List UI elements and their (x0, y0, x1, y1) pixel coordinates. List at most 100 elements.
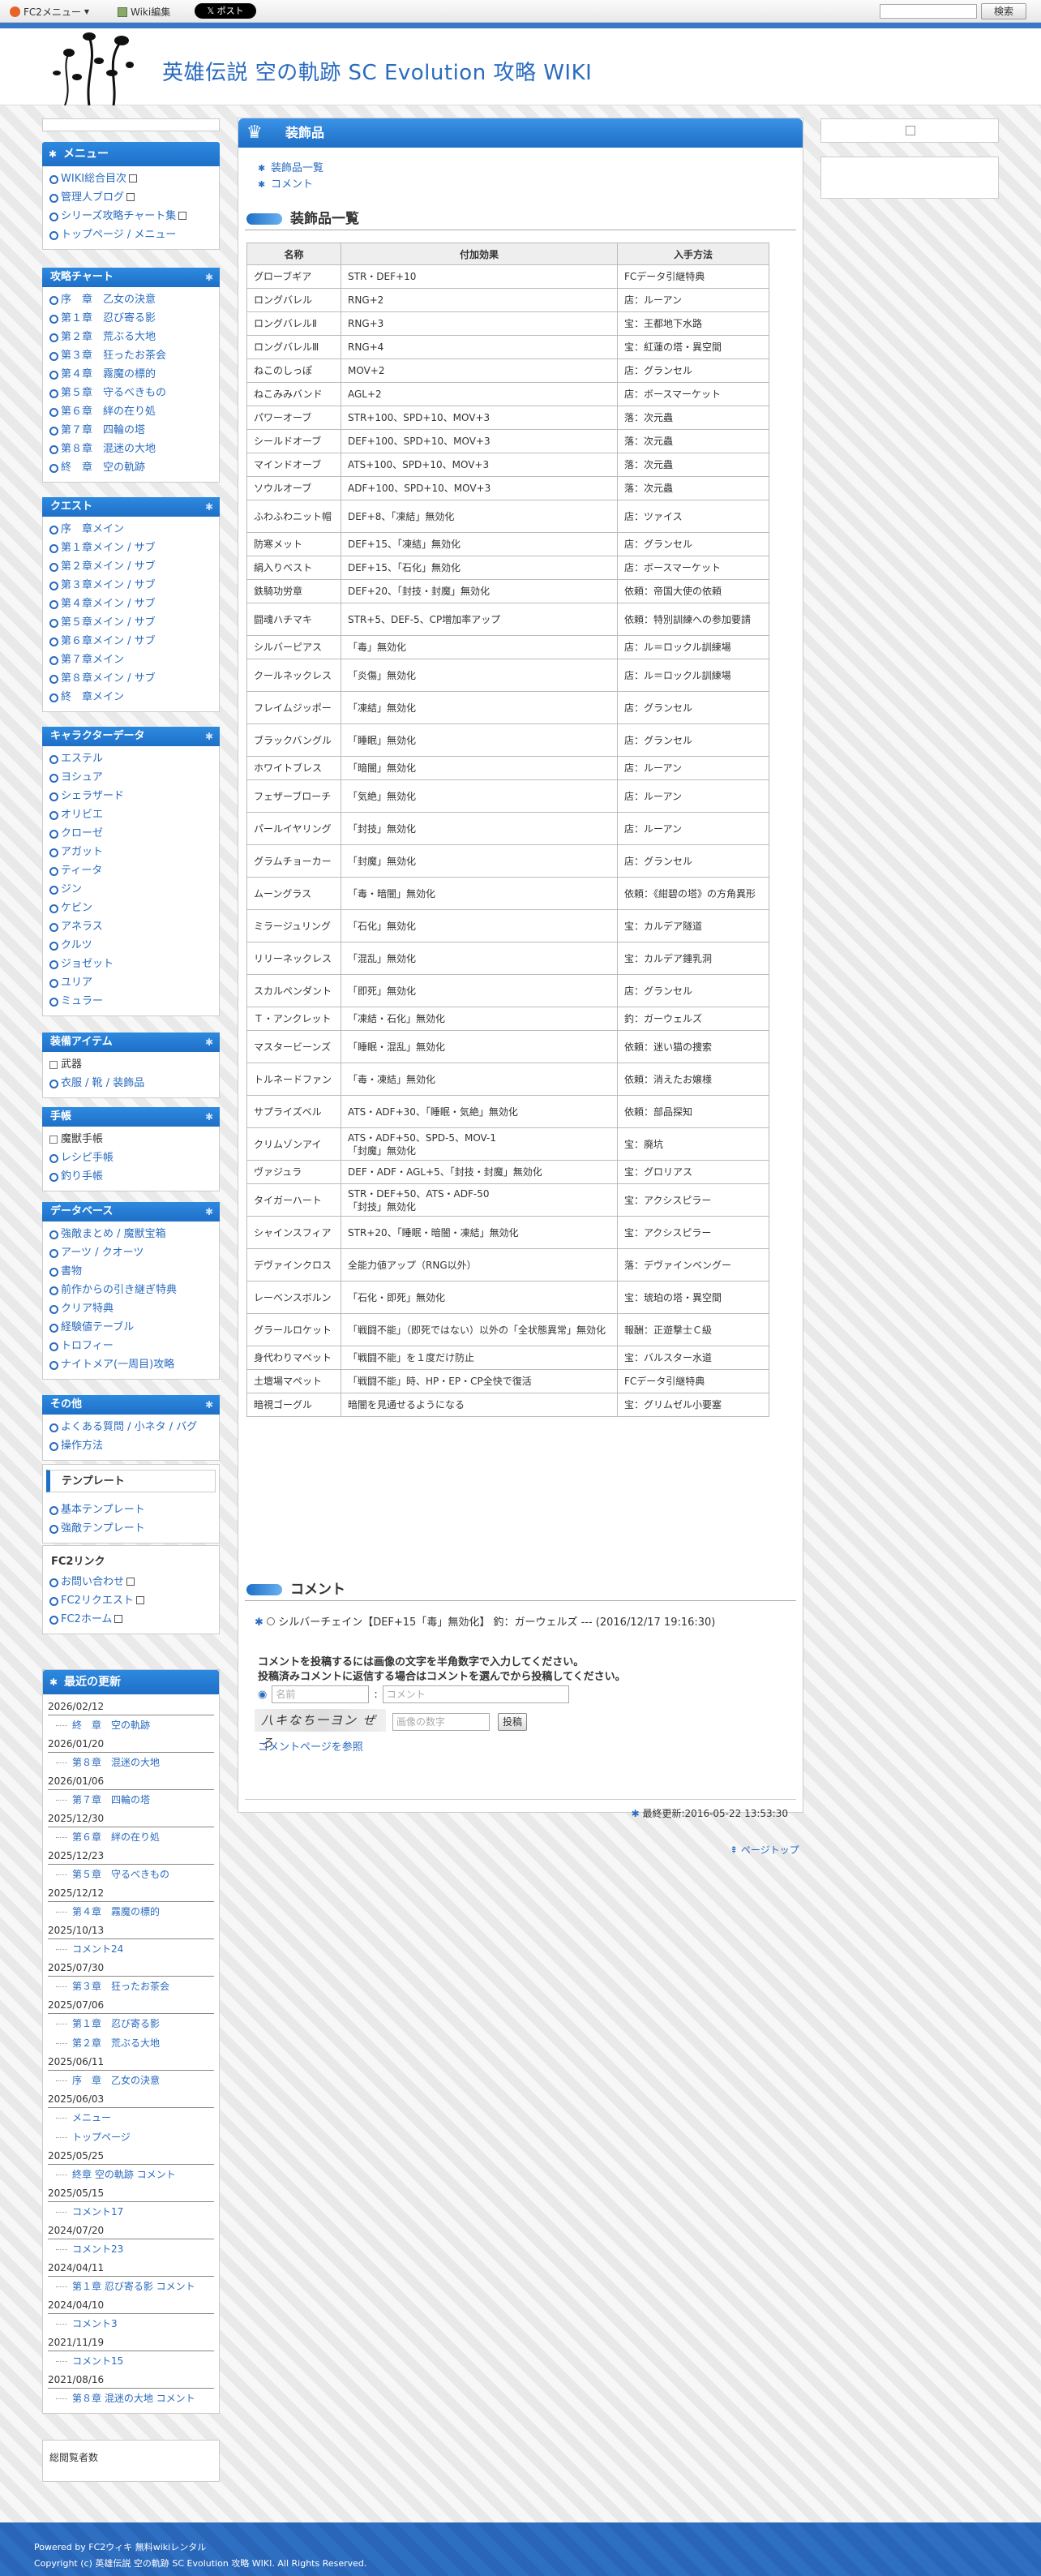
new-comment-radio[interactable]: ◉ (258, 1689, 267, 1701)
sidebar-link[interactable]: 第４章 霧魔の標的 (49, 365, 219, 384)
notebook-item[interactable]: 釣り手帳 (49, 1167, 219, 1186)
sidebar-link[interactable]: アーツ / クオーツ (49, 1243, 219, 1262)
sidebar-link[interactable]: 序 章 乙女の決意 (49, 290, 219, 309)
sidebar-link[interactable]: 第６章メイン / サブ (49, 632, 219, 650)
sidebar-link[interactable]: 第７章メイン (49, 650, 219, 669)
sidebar-link[interactable]: トロフィー (49, 1337, 219, 1355)
sidebar-link[interactable]: よくある質問 / 小ネタ / バグ (49, 1418, 219, 1436)
fc2link-item[interactable]: お問い合わせ (49, 1573, 219, 1591)
update-entry[interactable]: コメント24 (48, 1939, 214, 1959)
update-entry[interactable]: メニュー (48, 2108, 214, 2127)
sidebar-link[interactable]: ジン (49, 880, 219, 899)
comment-input[interactable]: コメント (382, 1685, 569, 1703)
sidebar-link[interactable]: クローゼ (49, 824, 219, 843)
sidebar-link[interactable]: 終 章 空の軌跡 (49, 458, 219, 477)
update-entry[interactable]: 第８章 混迷の大地 (48, 1753, 214, 1772)
update-entry[interactable]: コメント23 (48, 2239, 214, 2259)
sidebar-link[interactable]: クリア特典 (49, 1299, 219, 1318)
comment-item[interactable]: ✱ シルバーチェイン【DEF+15「毒」無効化】 釣：ガーウェルズ --- (2… (255, 1615, 715, 1631)
update-entry[interactable]: 第７章 四輪の塔 (48, 1790, 214, 1810)
update-entry[interactable]: 第５章 守るべきもの (48, 1865, 214, 1884)
item-name-cell: グラムチョーカー (246, 844, 341, 878)
sidebar-link[interactable]: シェラザード (49, 787, 219, 805)
fc2link-item[interactable]: FC2リクエスト (49, 1591, 219, 1610)
update-entry[interactable]: コメント3 (48, 2314, 214, 2333)
page-top-link[interactable]: ⇞ ページトップ (730, 1843, 799, 1857)
sidebar-link[interactable]: 書物 (49, 1262, 219, 1281)
sidebar-link[interactable]: 第５章 守るべきもの (49, 384, 219, 402)
wiki-edit-link[interactable]: Wiki編集 (118, 5, 170, 19)
equip-armor-item[interactable]: 衣服 / 靴 / 装飾品 (49, 1074, 219, 1093)
menu-item[interactable]: WIKI総合目次 (49, 170, 219, 188)
name-input[interactable]: 名前 (272, 1685, 370, 1703)
toc-item[interactable]: 装飾品一覧 (258, 161, 323, 177)
dropdown-icon: ▼ (84, 8, 90, 15)
update-entry[interactable]: トップページ (48, 2127, 214, 2147)
sidebar-link[interactable]: 第８章 混迷の大地 (49, 440, 219, 458)
update-entry[interactable]: 第３章 狂ったお茶会 (48, 1977, 214, 1996)
sidebar-link[interactable]: ジョゼット (49, 955, 219, 973)
sidebar-link[interactable]: 第２章メイン / サブ (49, 557, 219, 576)
menu-item[interactable]: 管理人ブログ (49, 188, 219, 207)
sidebar-link[interactable]: ティータ (49, 861, 219, 880)
equip-weapon-item[interactable]: 武器 (49, 1055, 219, 1074)
equip-heading: 装備アイテム (42, 1033, 220, 1052)
item-effect-cell: 「毒」無効化 (341, 635, 618, 659)
fc2-menu[interactable]: FC2メニュー ▼ (10, 5, 89, 19)
comment-radio[interactable] (267, 1617, 276, 1625)
update-entry[interactable]: 第８章 混迷の大地 コメント (48, 2389, 214, 2408)
sidebar-link[interactable]: ミュラー (49, 992, 219, 1011)
update-entry[interactable]: 第６章 絆の在り処 (48, 1827, 214, 1847)
notebook-item[interactable]: レシピ手帳 (49, 1148, 219, 1167)
sidebar-link[interactable]: アネラス (49, 917, 219, 936)
sidebar-link[interactable]: 経験値テーブル (49, 1318, 219, 1337)
search-input[interactable] (880, 4, 977, 19)
sidebar-link[interactable]: ヨシュア (49, 768, 219, 787)
sidebar-link[interactable]: 前作からの引き継ぎ特典 (49, 1281, 219, 1299)
menu-item[interactable]: トップページ / メニュー (49, 225, 219, 244)
captcha-input[interactable]: 画像の数字 (392, 1713, 490, 1731)
sidebar-link[interactable]: 終 章メイン (49, 688, 219, 706)
notebook-item[interactable]: 魔獣手帳 (49, 1130, 219, 1148)
sidebar-link[interactable]: 序 章メイン (49, 520, 219, 539)
sidebar-link[interactable]: 第５章メイン / サブ (49, 613, 219, 632)
notebook-list: 魔獣手帳 レシピ手帳 釣り手帳 (42, 1127, 220, 1191)
sidebar-link[interactable]: エステル (49, 749, 219, 768)
update-entry[interactable]: 序 章 乙女の決意 (48, 2071, 214, 2090)
comment-page-link[interactable]: コメントページを参照 (258, 1738, 363, 1754)
menu-item[interactable]: シリーズ攻略チャート集 (49, 207, 219, 225)
update-entry[interactable]: 第１章 忍び寄る影 コメント (48, 2277, 214, 2296)
sidebar-link[interactable]: 第１章メイン / サブ (49, 539, 219, 557)
sidebar-link[interactable]: 第８章メイン / サブ (49, 669, 219, 688)
sidebar-link[interactable]: 第２章 荒ぶる大地 (49, 328, 219, 346)
sidebar-link[interactable]: ナイトメア(一周目)攻略 (49, 1355, 219, 1374)
update-entry[interactable]: 終章 空の軌跡 コメント (48, 2165, 214, 2184)
update-entry[interactable]: 第１章 忍び寄る影 (48, 2014, 214, 2033)
update-entry[interactable]: 第２章 荒ぶる大地 (48, 2033, 214, 2053)
sidebar-link[interactable]: 第３章メイン / サブ (49, 576, 219, 595)
x-post-button[interactable]: 𝕏 ポスト (195, 3, 256, 19)
sidebar-link[interactable]: 第４章メイン / サブ (49, 595, 219, 613)
sidebar-link[interactable]: 基本テンプレート (49, 1501, 219, 1519)
sidebar-link[interactable]: 強敵まとめ / 魔獣宝箱 (49, 1225, 219, 1243)
post-button[interactable]: 投稿 (498, 1713, 527, 1731)
sidebar-link[interactable]: オリビエ (49, 805, 219, 824)
sidebar-link[interactable]: アガット (49, 843, 219, 861)
update-entry[interactable]: コメント17 (48, 2202, 214, 2222)
sidebar-link[interactable]: 第３章 狂ったお茶会 (49, 346, 219, 365)
update-entry[interactable]: 第４章 霧魔の標的 (48, 1902, 214, 1921)
site-title[interactable]: 英雄伝説 空の軌跡 SC Evolution 攻略 WIKI (162, 56, 592, 86)
toc-item[interactable]: コメント (258, 177, 323, 193)
fc2link-item[interactable]: FC2ホーム (49, 1610, 219, 1629)
sidebar-link[interactable]: 操作方法 (49, 1436, 219, 1455)
sidebar-link[interactable]: 第６章 絆の在り処 (49, 402, 219, 421)
sidebar-link[interactable]: 第１章 忍び寄る影 (49, 309, 219, 328)
update-entry[interactable]: 終 章 空の軌跡 (48, 1715, 214, 1735)
search-button[interactable]: 検索 (981, 3, 1026, 19)
update-entry[interactable]: コメント15 (48, 2351, 214, 2371)
sidebar-link[interactable]: 強敵テンプレート (49, 1519, 219, 1538)
sidebar-link[interactable]: 第７章 四輪の塔 (49, 421, 219, 440)
sidebar-link[interactable]: クルツ (49, 936, 219, 955)
sidebar-link[interactable]: ユリア (49, 973, 219, 992)
sidebar-link[interactable]: ケビン (49, 899, 219, 917)
